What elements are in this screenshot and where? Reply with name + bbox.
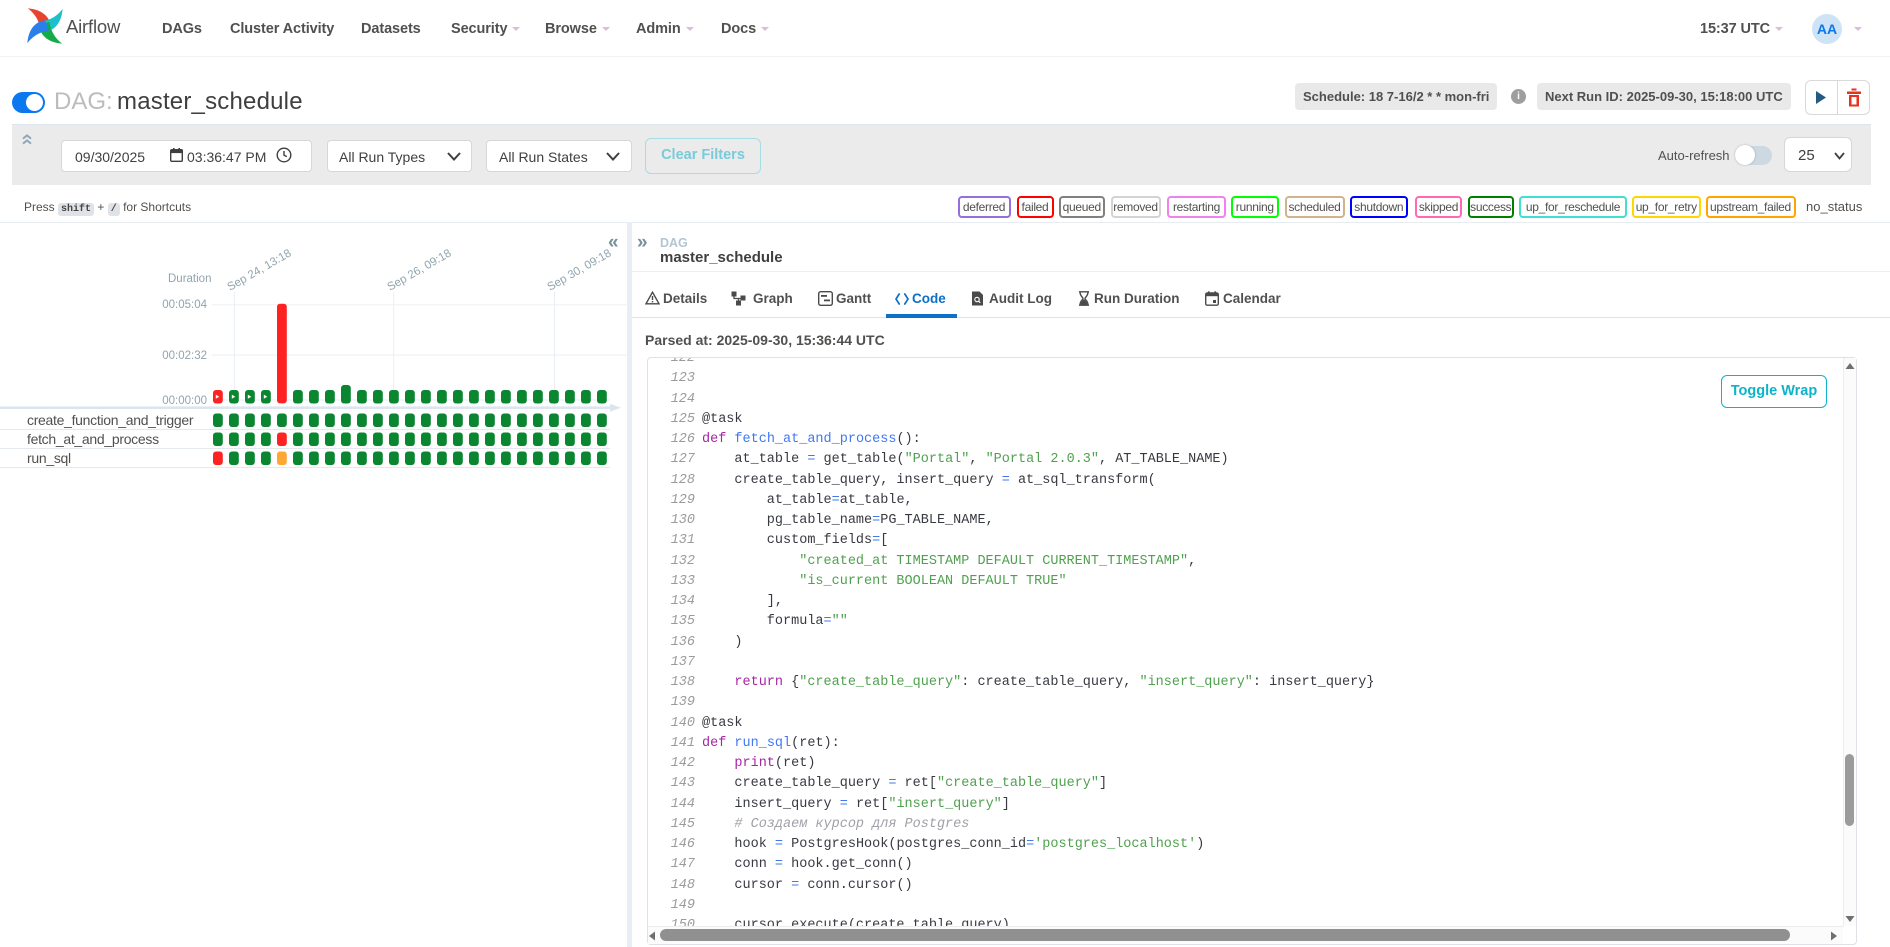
svg-text:Sep 26, 09:18: Sep 26, 09:18: [386, 247, 454, 293]
svg-text:fetch_at_and_process: fetch_at_and_process: [27, 431, 159, 447]
svg-text:00:05:04: 00:05:04: [162, 299, 207, 311]
svg-text:Duration: Duration: [168, 273, 211, 285]
svg-text:Sep 24, 13:18: Sep 24, 13:18: [226, 247, 294, 293]
svg-text:00:00:00: 00:00:00: [162, 395, 207, 407]
svg-text:00:02:32: 00:02:32: [162, 350, 207, 362]
svg-text:Sep 30, 09:18: Sep 30, 09:18: [546, 247, 614, 293]
svg-text:run_sql: run_sql: [27, 450, 71, 466]
svg-text:create_function_and_trigger: create_function_and_trigger: [27, 412, 194, 428]
